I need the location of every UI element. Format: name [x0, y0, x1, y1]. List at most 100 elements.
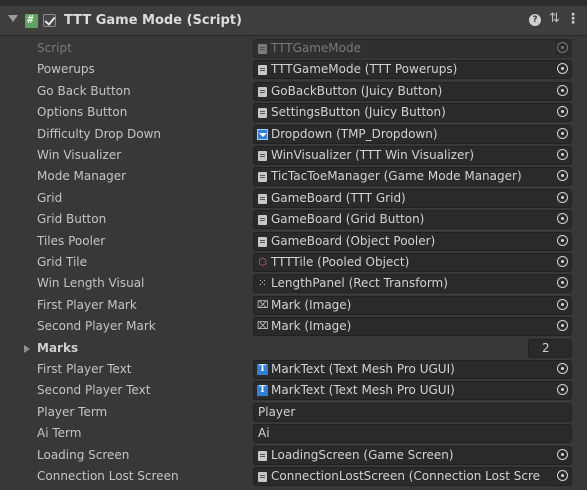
object-picker-icon[interactable]: [555, 361, 570, 376]
object-reference-field[interactable]: LoadingScreen (Game Screen): [253, 445, 572, 465]
object-reference-field[interactable]: TTTGameMode (TTT Powerups): [253, 60, 572, 80]
array-size-field[interactable]: 2: [528, 338, 572, 358]
object-picker-icon[interactable]: [555, 254, 570, 269]
object-picker-icon[interactable]: [555, 446, 570, 462]
object-icon: [258, 215, 267, 226]
object-picker-icon[interactable]: [555, 168, 570, 184]
prefab-icon: ⬡: [258, 257, 267, 268]
object-reference-field[interactable]: SettingsButton (Juicy Button): [253, 103, 572, 123]
object-reference-field[interactable]: GameBoard (Object Pooler): [253, 231, 572, 251]
text-field[interactable]: Ai: [253, 424, 572, 444]
object-picker-icon[interactable]: [555, 382, 570, 398]
object-reference-field[interactable]: GameBoard (Grid Button): [253, 210, 572, 230]
property-row: Second Player Mark ⌧ Mark (Image): [0, 316, 587, 337]
object-picker-icon[interactable]: [555, 211, 570, 227]
property-row: Player Term Player: [0, 402, 587, 423]
property-label: First Player Mark: [37, 297, 137, 312]
object-icon: [258, 172, 267, 183]
object-reference-field[interactable]: GameBoard (TTT Grid): [253, 188, 572, 208]
text-mesh-pro-icon: T: [257, 364, 268, 375]
object-icon: [258, 236, 267, 247]
object-reference-field[interactable]: T MarkText (Text Mesh Pro UGUI): [253, 381, 572, 401]
property-row: Ai Term Ai: [0, 423, 587, 444]
object-picker-icon[interactable]: [555, 318, 570, 334]
object-icon: [258, 108, 267, 119]
property-label: Loading Screen: [37, 447, 130, 462]
preset-icon[interactable]: ⇅: [549, 11, 560, 26]
property-row: Script TTTGameMode: [0, 38, 587, 59]
object-reference-field[interactable]: GoBackButton (Juicy Button): [253, 81, 572, 101]
property-label: Options Button: [37, 105, 128, 120]
component-title: TTT Game Mode (Script): [64, 13, 242, 28]
script-icon: [25, 13, 38, 28]
property-label[interactable]: Marks: [37, 341, 78, 355]
property-label: Go Back Button: [37, 83, 131, 98]
foldout-arrow-icon[interactable]: [8, 15, 18, 22]
object-picker-icon[interactable]: [555, 296, 570, 312]
kebab-menu-icon[interactable]: ⋮: [566, 11, 580, 27]
property-row: Win Length Visual ⁙ LengthPanel (Rect Tran…: [0, 273, 587, 294]
property-row: Options Button SettingsButton (Juicy Butt…: [0, 102, 587, 123]
object-reference-field[interactable]: TicTacToeManager (Game Mode Manager): [253, 167, 572, 187]
component-enabled-checkbox[interactable]: [43, 14, 56, 27]
object-picker-icon[interactable]: [555, 61, 570, 77]
property-label: Win Visualizer: [37, 148, 122, 162]
object-reference-field[interactable]: WinVisualizer (TTT Win Visualizer): [253, 146, 572, 165]
object-reference-field[interactable]: ⌧ Mark (Image): [253, 295, 572, 315]
rect-transform-icon: ⁙: [258, 278, 267, 290]
object-picker-icon[interactable]: [555, 82, 570, 98]
property-label: Grid: [37, 190, 63, 205]
object-reference-field[interactable]: ⬡ TTTTile (Pooled Object): [253, 253, 572, 272]
object-picker-icon: [555, 40, 570, 55]
object-reference-field[interactable]: T MarkText (Text Mesh Pro UGUI): [253, 360, 572, 379]
property-label: Grid Button: [37, 212, 107, 227]
text-field-value: Ai: [258, 426, 270, 441]
array-size-value: 2: [542, 340, 550, 355]
object-reference-value: MarkText (Text Mesh Pro UGUI): [271, 383, 455, 398]
object-reference-value: SettingsButton (Juicy Button): [271, 105, 446, 120]
object-picker-icon[interactable]: [555, 125, 570, 141]
object-reference-value: Dropdown (TMP_Dropdown): [271, 126, 438, 141]
image-icon: ⌧: [257, 321, 269, 333]
property-label: Connection Lost Screen: [37, 469, 179, 483]
property-row: Mode Manager TicTacToeManager (Game Mode …: [0, 166, 587, 187]
property-row: Second Player Text T MarkText (Text Mesh P…: [0, 380, 587, 401]
property-row: Marks 2: [0, 338, 587, 359]
component-header[interactable]: TTT Game Mode (Script) ? ⇅ ⋮: [0, 6, 587, 36]
object-reference-value: LoadingScreen (Game Screen): [271, 447, 454, 462]
text-field[interactable]: Player: [253, 402, 572, 422]
object-reference-field[interactable]: ⌧ Mark (Image): [253, 317, 572, 337]
object-picker-icon[interactable]: [555, 275, 570, 291]
object-reference-field: TTTGameMode: [253, 39, 572, 58]
object-reference-value: GoBackButton (Juicy Button): [271, 83, 443, 98]
object-reference-value: LengthPanel (Rect Transform): [271, 276, 448, 291]
object-picker-icon[interactable]: [555, 468, 570, 483]
property-label: Script: [37, 41, 72, 55]
property-row: Grid Tile ⬡ TTTTile (Pooled Object): [0, 252, 587, 273]
property-label: Mode Manager: [37, 169, 127, 184]
object-picker-icon[interactable]: [555, 104, 570, 120]
object-reference-value: TicTacToeManager (Game Mode Manager): [271, 169, 522, 184]
property-label: Win Length Visual: [37, 276, 145, 291]
object-reference-field[interactable]: ⁙ LengthPanel (Rect Transform): [253, 274, 572, 294]
property-row: First Player Mark ⌧ Mark (Image): [0, 295, 587, 316]
foldout-arrow-icon[interactable]: [24, 344, 30, 353]
text-mesh-pro-icon: T: [257, 385, 268, 397]
property-label: Difficulty Drop Down: [37, 126, 162, 141]
object-picker-icon[interactable]: [555, 189, 570, 205]
script-file-icon: [258, 44, 267, 54]
object-reference-field[interactable]: Dropdown (TMP_Dropdown): [253, 124, 572, 144]
property-row: Connection Lost Screen ConnectionLostScre…: [0, 466, 587, 487]
property-row: Powerups TTTGameMode (TTT Powerups): [0, 59, 587, 80]
object-reference-value: TTTTile (Pooled Object): [271, 255, 410, 269]
property-label: Second Player Mark: [37, 319, 156, 334]
property-row: Difficulty Drop Down Dropdown (TMP_Dropdo…: [0, 124, 587, 145]
object-reference-field[interactable]: ConnectionLostScreen (Connection Lost Sc…: [253, 467, 572, 486]
object-reference-value: Mark (Image): [271, 297, 352, 312]
object-picker-icon[interactable]: [555, 147, 570, 162]
help-icon[interactable]: ?: [529, 14, 541, 26]
object-reference-value: WinVisualizer (TTT Win Visualizer): [271, 148, 475, 162]
object-picker-icon[interactable]: [555, 232, 570, 248]
object-icon: [258, 86, 267, 97]
object-icon: [258, 151, 267, 161]
